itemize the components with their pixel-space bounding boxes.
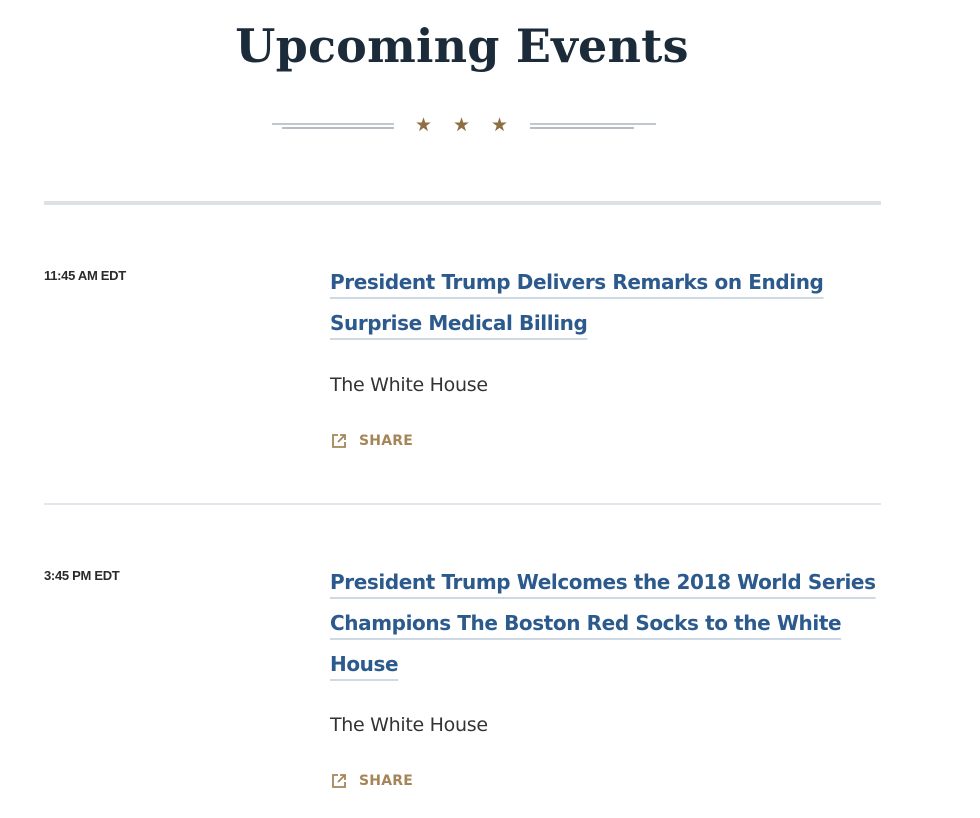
event-location: The White House [330, 714, 488, 736]
event-location: The White House [330, 374, 488, 396]
share-label: SHARE [359, 773, 413, 789]
external-share-icon [330, 432, 348, 450]
section-divider [44, 201, 881, 205]
share-button[interactable]: SHARE [330, 430, 413, 452]
event-title-link[interactable]: President Trump Welcomes the 2018 World … [330, 562, 890, 685]
event-divider [44, 503, 881, 505]
divider-line-left [272, 123, 394, 129]
share-label: SHARE [359, 433, 413, 449]
event-time: 11:45 AM EDT [44, 268, 126, 283]
star-icon: ★ [415, 114, 433, 136]
event-time: 3:45 PM EDT [44, 568, 120, 583]
share-button[interactable]: SHARE [330, 770, 413, 792]
external-share-icon [330, 772, 348, 790]
star-icon: ★ [453, 114, 471, 136]
divider-line-right [530, 123, 656, 129]
event-title-link[interactable]: President Trump Delivers Remarks on Endi… [330, 262, 890, 344]
page-title: Upcoming Events [235, 19, 689, 73]
title-divider-ornament: ★ ★ ★ [272, 112, 656, 138]
star-icon: ★ [491, 114, 509, 136]
